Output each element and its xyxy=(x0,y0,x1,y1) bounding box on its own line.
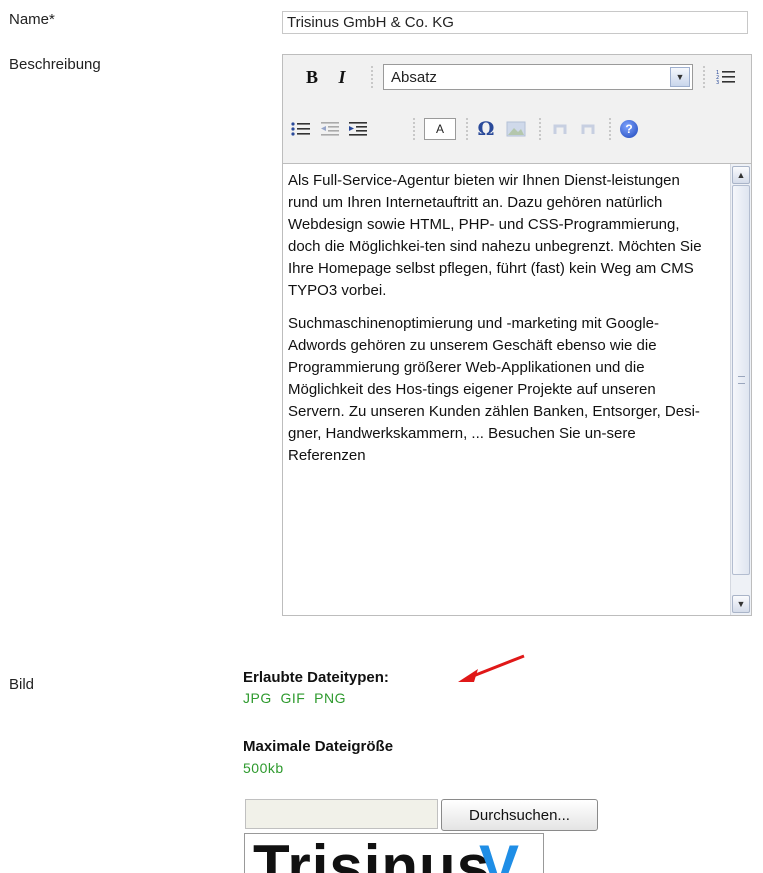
outdent-icon[interactable] xyxy=(319,118,341,140)
description-label: Beschreibung xyxy=(9,56,101,73)
toolbar-separator xyxy=(703,66,705,88)
editor-text[interactable]: Als Full-Service-Agentur bieten wir Ihne… xyxy=(288,170,708,478)
help-button[interactable]: ? xyxy=(618,118,640,140)
undo-icon[interactable] xyxy=(549,118,571,140)
scrollbar-thumb[interactable] xyxy=(732,185,750,575)
toolbar-separator xyxy=(413,118,415,140)
toolbar-separator xyxy=(609,118,611,140)
redo-icon[interactable] xyxy=(577,118,599,140)
editor-content-area[interactable]: Als Full-Service-Agentur bieten wir Ihne… xyxy=(283,163,751,615)
indent-icon[interactable] xyxy=(347,118,369,140)
browse-button[interactable]: Durchsuchen... xyxy=(441,799,598,831)
max-size-title: Maximale Dateigröße xyxy=(243,738,394,755)
chevron-down-icon[interactable]: ▼ xyxy=(670,67,690,87)
editor-scrollbar[interactable]: ▲ ▼ xyxy=(730,164,751,615)
name-label: Name* xyxy=(9,11,55,28)
annotation-arrow-icon xyxy=(458,654,525,682)
toolbar-separator xyxy=(466,118,468,140)
preview-logo-text: Trisinus xyxy=(253,833,492,873)
bold-button[interactable]: B xyxy=(301,66,323,88)
svg-text:3: 3 xyxy=(716,80,719,86)
preview-logo-mark: V xyxy=(479,833,520,873)
numbered-list-icon[interactable]: 1 2 3 xyxy=(715,66,737,88)
scroll-down-icon[interactable]: ▼ xyxy=(732,595,750,613)
help-icon: ? xyxy=(620,120,638,138)
format-select[interactable]: Absatz ▼ xyxy=(383,64,693,90)
scrollbar-grip xyxy=(738,376,745,384)
special-character-icon[interactable]: Ω xyxy=(475,118,497,140)
italic-button[interactable]: I xyxy=(331,66,353,88)
bullet-list-icon[interactable] xyxy=(290,118,312,140)
rich-text-editor: B I Absatz ▼ 1 2 3 A Ω ? Als Full-Servic… xyxy=(282,54,752,616)
editor-paragraph: Suchmaschinenoptimierung und -marketing … xyxy=(288,315,700,464)
editor-toolbar: B I Absatz ▼ 1 2 3 A Ω ? xyxy=(283,55,751,163)
allowed-types-value: JPG GIF PNG xyxy=(243,690,346,706)
toolbar-separator xyxy=(371,66,373,88)
name-input[interactable] xyxy=(282,11,748,34)
allowed-types-title: Erlaubte Dateitypen: xyxy=(243,669,389,686)
toolbar-separator xyxy=(539,118,541,140)
image-insert-icon[interactable] xyxy=(505,118,527,140)
scroll-up-icon[interactable]: ▲ xyxy=(732,166,750,184)
editor-paragraph: Als Full-Service-Agentur bieten wir Ihne… xyxy=(288,172,702,299)
uploaded-image-preview: Trisinus V xyxy=(244,833,544,873)
format-select-value: Absatz xyxy=(391,69,437,86)
font-color-button[interactable]: A xyxy=(424,118,456,140)
file-path-field[interactable] xyxy=(245,799,438,829)
image-label: Bild xyxy=(9,676,35,693)
max-size-value: 500kb xyxy=(243,760,284,776)
